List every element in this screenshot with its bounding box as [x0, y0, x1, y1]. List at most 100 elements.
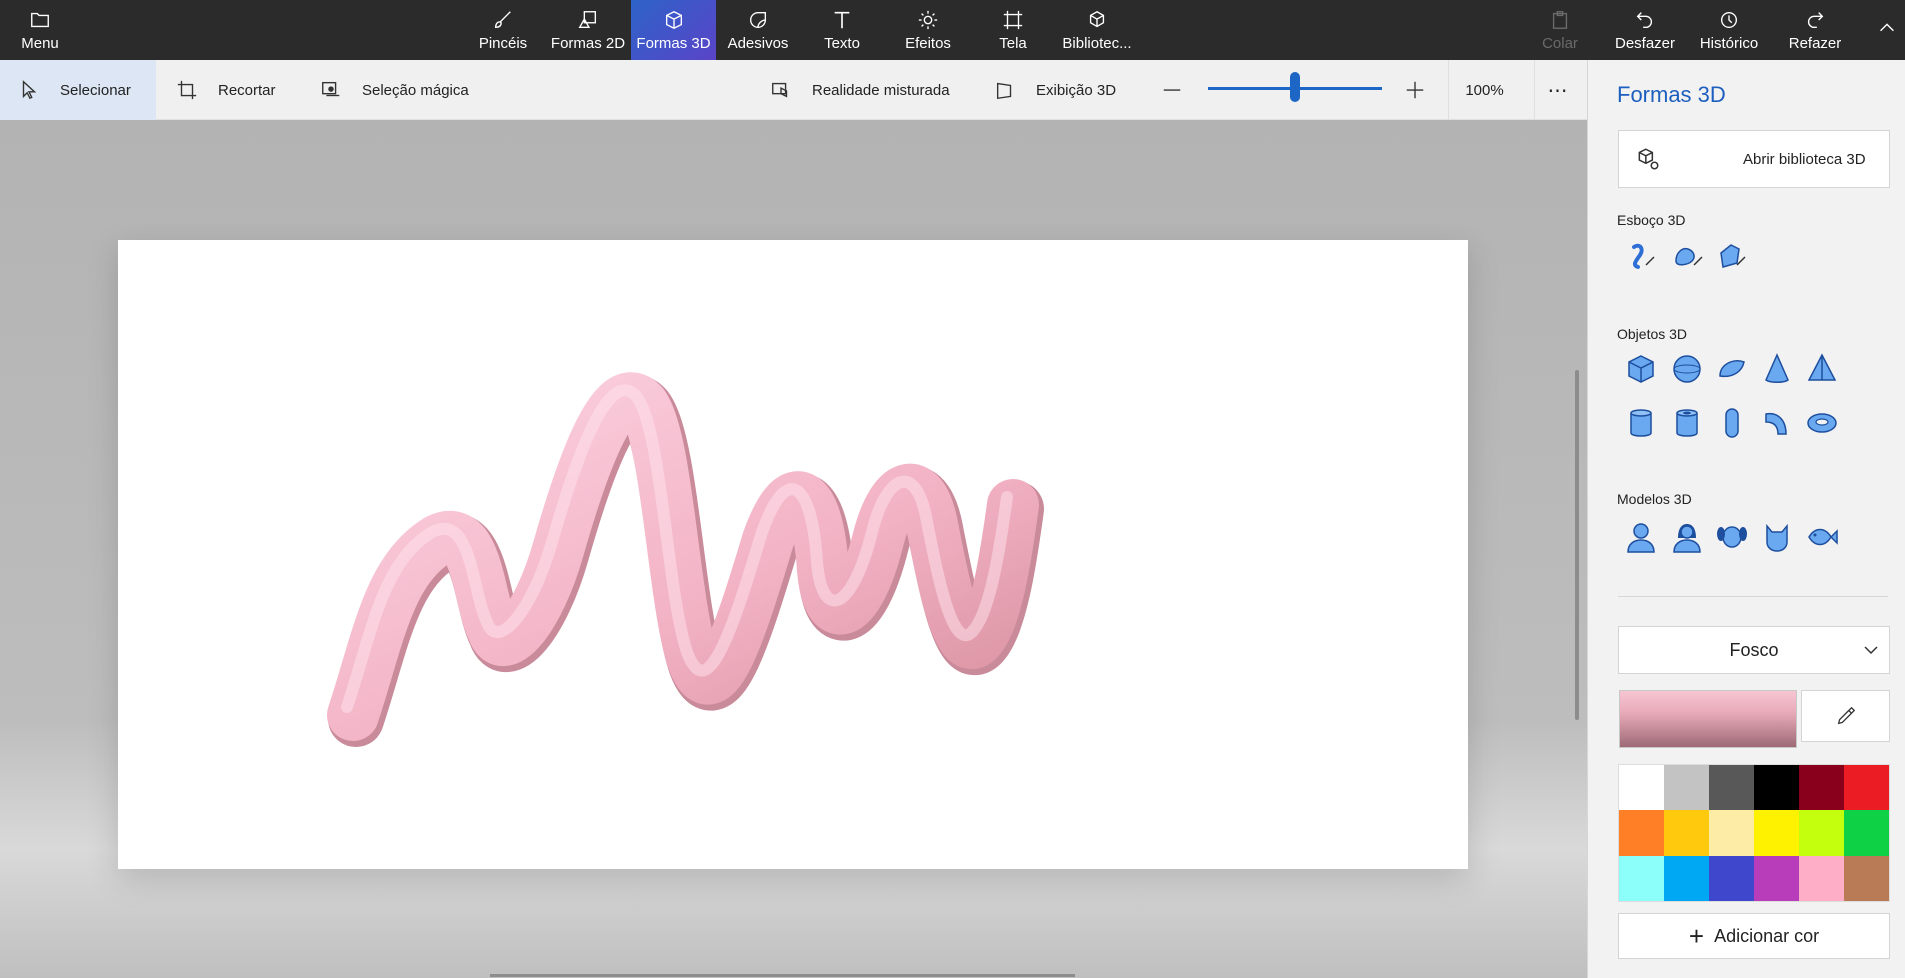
tab-library[interactable]: Bibliotec...: [1058, 0, 1136, 60]
object-cone-button[interactable]: [1758, 350, 1796, 388]
cat-model-icon: [1766, 523, 1788, 552]
text-icon: [834, 11, 850, 28]
model-dog-button[interactable]: [1713, 518, 1751, 556]
tab-shapes-2d[interactable]: Formas 2D: [550, 0, 626, 60]
menu-button[interactable]: Menu: [0, 0, 80, 60]
library-icon: [1089, 10, 1105, 27]
material-dropdown[interactable]: Fosco: [1618, 626, 1890, 674]
color-swatch[interactable]: [1709, 855, 1754, 901]
color-swatch[interactable]: [1799, 810, 1844, 856]
zoom-in-button[interactable]: [1404, 60, 1430, 120]
object-cylinder-button[interactable]: [1622, 404, 1660, 442]
object-sphere-button[interactable]: [1668, 350, 1706, 388]
current-color-swatch[interactable]: [1619, 690, 1797, 748]
library-3d-icon: [1638, 148, 1659, 170]
model-fish-button[interactable]: [1803, 518, 1841, 556]
redo-button[interactable]: Refazer: [1782, 0, 1848, 60]
undo-button[interactable]: Desfazer: [1610, 0, 1680, 60]
object-torus-button[interactable]: [1803, 404, 1841, 442]
soft-edge-sketch-icon: [1675, 247, 1703, 266]
brush-icon: [494, 10, 511, 28]
torus-object-icon: [1807, 413, 1837, 433]
mixed-reality-label: Realidade misturada: [812, 81, 950, 99]
zoom-value: 100%: [1465, 81, 1504, 99]
drawing-canvas[interactable]: [118, 240, 1468, 869]
color-swatch[interactable]: [1844, 810, 1889, 856]
color-swatch[interactable]: [1664, 810, 1709, 856]
color-swatch[interactable]: [1754, 855, 1799, 901]
tab-shapes-3d[interactable]: Formas 3D: [631, 0, 716, 60]
crop-tool[interactable]: Recortar: [176, 60, 296, 120]
color-swatch[interactable]: [1844, 765, 1889, 811]
clipboard-icon: [1552, 10, 1568, 29]
sharp-edge-sketch-icon: [1720, 244, 1746, 268]
tab-brushes-label: Pincéis: [478, 34, 528, 52]
model-cat-button[interactable]: [1758, 518, 1796, 556]
color-swatch[interactable]: [1754, 810, 1799, 856]
pink-3d-doodle[interactable]: [118, 240, 1468, 869]
shapes-3d-panel: Formas 3D Abrir biblioteca 3D Esboço 3D …: [1587, 60, 1905, 978]
zoom-level[interactable]: 100%: [1448, 60, 1520, 120]
sketch-soft-edge-button[interactable]: [1668, 237, 1706, 275]
color-swatch[interactable]: [1619, 855, 1664, 901]
open-3d-library-label: Abrir biblioteca 3D: [1743, 150, 1866, 168]
color-swatch[interactable]: [1754, 765, 1799, 811]
model-man-button[interactable]: [1622, 518, 1660, 556]
paste-label: Colar: [1542, 34, 1578, 52]
color-swatch[interactable]: [1799, 765, 1844, 811]
more-options-button[interactable]: ⋯: [1534, 60, 1580, 120]
object-cube-button[interactable]: [1622, 350, 1660, 388]
object-curved-tube-button[interactable]: [1758, 404, 1796, 442]
view-3d-button[interactable]: Exibição 3D: [994, 60, 1124, 120]
collapse-toolbar-button[interactable]: [1870, 0, 1904, 60]
view-3d-label: Exibição 3D: [1036, 81, 1117, 99]
zoom-slider-thumb[interactable]: [1290, 72, 1300, 102]
color-swatch[interactable]: [1664, 855, 1709, 901]
history-label: Histórico: [1699, 34, 1759, 52]
object-hemisphere-button[interactable]: [1713, 350, 1751, 388]
paste-button[interactable]: Colar: [1534, 0, 1586, 60]
mixed-reality-button[interactable]: Realidade misturada: [770, 60, 960, 120]
color-swatch[interactable]: [1709, 765, 1754, 811]
object-pyramid-button[interactable]: [1803, 350, 1841, 388]
tab-text[interactable]: Texto: [810, 0, 874, 60]
vertical-scrollbar[interactable]: [1575, 370, 1579, 720]
sketch-sharp-edge-button[interactable]: [1713, 237, 1751, 275]
woman-model-icon: [1673, 524, 1701, 553]
dog-model-icon: [1717, 526, 1747, 548]
horizontal-scrollbar[interactable]: [490, 974, 1075, 977]
object-capsule-button[interactable]: [1713, 404, 1751, 442]
tab-effects[interactable]: Efeitos: [896, 0, 960, 60]
mixed-reality-icon: [772, 82, 788, 98]
tab-stickers[interactable]: Adesivos: [726, 0, 790, 60]
color-swatch[interactable]: [1619, 810, 1664, 856]
magic-select-icon: [322, 81, 340, 97]
cone-object-icon: [1765, 353, 1789, 383]
open-3d-library-button[interactable]: Abrir biblioteca 3D: [1618, 130, 1890, 188]
crop-icon: [177, 80, 197, 100]
color-swatch[interactable]: [1709, 810, 1754, 856]
tab-brushes[interactable]: Pincéis: [475, 0, 531, 60]
tab-canvas[interactable]: Tela: [981, 0, 1045, 60]
sketch-tube-button[interactable]: [1622, 237, 1660, 275]
menu-label: Menu: [21, 34, 59, 52]
history-button[interactable]: Histórico: [1693, 0, 1765, 60]
object-tube-button[interactable]: [1668, 404, 1706, 442]
color-swatch[interactable]: [1799, 855, 1844, 901]
cube-icon: [665, 10, 682, 29]
add-color-button[interactable]: + Adicionar cor: [1618, 913, 1890, 959]
plus-icon: +: [1688, 921, 1705, 951]
magic-select-label: Seleção mágica: [362, 81, 469, 99]
model-woman-button[interactable]: [1668, 518, 1706, 556]
chevron-down-icon: [1864, 646, 1878, 655]
color-swatch[interactable]: [1619, 765, 1664, 811]
eyedropper-button[interactable]: [1801, 690, 1890, 742]
zoom-out-button[interactable]: [1161, 60, 1183, 120]
tab-shapes-2d-label: Formas 2D: [550, 34, 626, 52]
color-swatch[interactable]: [1844, 855, 1889, 901]
magic-select-tool[interactable]: Seleção mágica: [320, 60, 490, 120]
folder-icon: [31, 12, 49, 27]
color-palette: [1618, 764, 1890, 902]
color-swatch[interactable]: [1664, 765, 1709, 811]
select-tool[interactable]: Selecionar: [0, 60, 156, 120]
